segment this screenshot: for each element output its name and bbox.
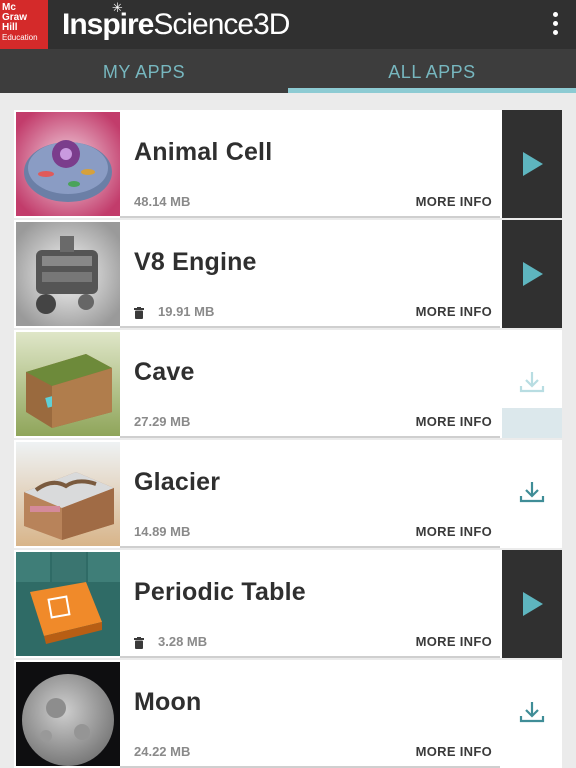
app-name: Moon [134, 688, 202, 716]
app-size: 24.22 MB [134, 744, 191, 759]
app-info[interactable]: Periodic Table 3.28 MB MORE INFO [120, 550, 500, 658]
play-icon [523, 152, 543, 176]
app-name: Cave [134, 358, 195, 386]
play-icon [523, 592, 543, 616]
app-name: Animal Cell [134, 138, 273, 166]
overflow-menu-icon[interactable] [550, 12, 560, 38]
app-size-group: 14.89 MB [134, 524, 190, 540]
app-size: 48.14 MB [134, 194, 191, 209]
tab-my-apps[interactable]: MY APPS [0, 49, 288, 93]
logo-line-4: Education [2, 33, 38, 42]
launch-button[interactable] [502, 550, 562, 658]
logo-line-3: Hill [2, 22, 18, 33]
app-size-group: 48.14 MB [134, 194, 190, 210]
app-size: 14.89 MB [134, 524, 191, 539]
app-size: 19.91 MB [158, 304, 215, 319]
tab-all-apps[interactable]: ALL APPS [288, 49, 576, 93]
download-progress-bar [502, 407, 562, 438]
app-title: InspireScience3D [62, 8, 290, 42]
app-row-cave: Cave 27.29 MB MORE INFO [14, 330, 562, 438]
app-info[interactable]: Cave 27.29 MB MORE INFO [120, 330, 500, 438]
download-icon [519, 372, 545, 393]
tab-bar: MY APPS ALL APPS [0, 49, 576, 93]
app-row-glacier: Glacier 14.89 MB MORE INFO [14, 440, 562, 548]
app-row-v8-engine: V8 Engine 19.91 MB MORE INFO [14, 220, 562, 328]
download-icon [519, 702, 545, 723]
launch-button[interactable] [502, 110, 562, 218]
app-row-animal-cell: Animal Cell 48.14 MB MORE INFO [14, 110, 562, 218]
trash-icon[interactable] [134, 636, 144, 649]
sparkle-icon: ✳ [112, 0, 123, 15]
app-info[interactable]: Glacier 14.89 MB MORE INFO [120, 440, 500, 548]
more-info-link[interactable]: MORE INFO [416, 194, 492, 210]
app-name: V8 Engine [134, 248, 257, 276]
app-title-part1: Inspire [62, 8, 154, 41]
periodic-table-thumbnail[interactable] [16, 552, 120, 656]
app-size-group: 3.28 MB [134, 634, 207, 650]
app-row-periodic-table: Periodic Table 3.28 MB MORE INFO [14, 550, 562, 658]
glacier-thumbnail[interactable] [16, 442, 120, 546]
trash-icon[interactable] [134, 306, 144, 319]
play-icon [523, 262, 543, 286]
app-list: Animal Cell 48.14 MB MORE INFO V8 Engine… [14, 110, 562, 768]
app-info[interactable]: V8 Engine 19.91 MB MORE INFO [120, 220, 500, 328]
more-info-link[interactable]: MORE INFO [416, 304, 492, 320]
app-size: 27.29 MB [134, 414, 191, 429]
more-info-link[interactable]: MORE INFO [416, 414, 492, 430]
app-row-moon: Moon 24.22 MB MORE INFO [14, 660, 562, 768]
app-info[interactable]: Animal Cell 48.14 MB MORE INFO [120, 110, 500, 218]
download-button[interactable] [502, 660, 562, 768]
more-info-link[interactable]: MORE INFO [416, 744, 492, 760]
v8-engine-thumbnail[interactable] [16, 222, 120, 326]
app-header: Mc Graw Hill Education InspireScience3D … [0, 0, 576, 49]
app-size-group: 24.22 MB [134, 744, 190, 760]
more-info-link[interactable]: MORE INFO [416, 634, 492, 650]
app-size-group: 19.91 MB [134, 304, 214, 320]
download-button[interactable] [502, 330, 562, 438]
app-size: 3.28 MB [158, 634, 208, 649]
cave-thumbnail[interactable] [16, 332, 120, 436]
moon-thumbnail[interactable] [16, 662, 120, 766]
download-icon [519, 482, 545, 503]
app-info[interactable]: Moon 24.22 MB MORE INFO [120, 660, 500, 768]
more-info-link[interactable]: MORE INFO [416, 524, 492, 540]
mcgraw-hill-logo: Mc Graw Hill Education [0, 0, 48, 49]
app-name: Glacier [134, 468, 221, 496]
app-name: Periodic Table [134, 578, 306, 606]
app-size-group: 27.29 MB [134, 414, 190, 430]
animal-cell-thumbnail[interactable] [16, 112, 120, 216]
launch-button[interactable] [502, 220, 562, 328]
app-title-part2: Science3D [153, 8, 290, 41]
download-button[interactable] [502, 440, 562, 548]
active-tab-indicator [288, 88, 576, 93]
